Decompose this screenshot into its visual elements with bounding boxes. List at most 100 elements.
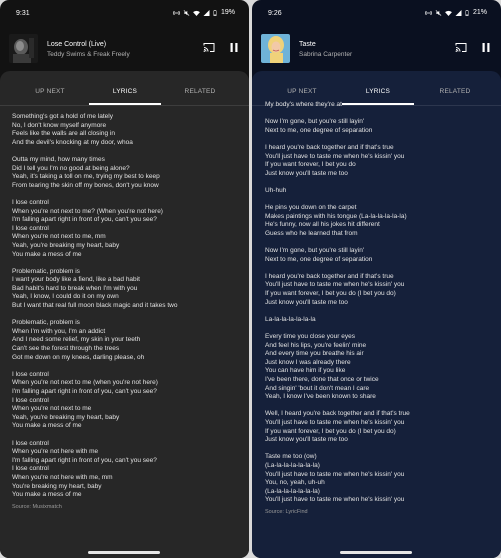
- tab-related[interactable]: RELATED: [170, 88, 230, 95]
- active-tab-indicator: [89, 103, 161, 105]
- tab-up-next[interactable]: UP NEXT: [272, 88, 332, 95]
- lyric-line: And feel his lips, you're feelin' mine: [265, 341, 367, 349]
- lyric-line: When you're not next to me (when you're …: [12, 379, 158, 387]
- lyric-line: My body's where they're at: [265, 101, 342, 108]
- lyric-line: Next to me, one degree of separation: [265, 126, 373, 134]
- mini-player[interactable]: Taste Sabrina Carpenter: [252, 28, 501, 68]
- lyric-line: I heard you're back together and if that…: [265, 272, 394, 280]
- link-icon: [424, 10, 432, 16]
- lyric-stanza-gap: [12, 311, 243, 320]
- song-title[interactable]: Taste: [299, 41, 316, 48]
- tab-lyrics[interactable]: LYRICS: [348, 88, 408, 95]
- lyric-line: If you want forever, I bet you do (I bet…: [265, 290, 396, 298]
- song-artist[interactable]: Sabrina Carpenter: [299, 51, 352, 58]
- lyric-line: You make a mess of me: [12, 491, 82, 499]
- wifi-icon: [445, 10, 452, 16]
- lyric-line: When you're not here with me, mm: [12, 473, 113, 481]
- lyric-line: Just know you'll taste me too: [265, 436, 348, 444]
- lyric-line: You, no, yeah, uh-uh: [265, 479, 325, 487]
- lyric-line: Guess who he learned that from: [265, 229, 358, 237]
- lyric-stanza-gap: [12, 147, 243, 156]
- lyric-line: If you want forever, I bet you do: [265, 161, 356, 169]
- lyric-line: I lose control: [12, 396, 49, 404]
- lyric-line: Outta my mind, how many times: [12, 155, 105, 163]
- lyric-line: Something's got a hold of me lately: [12, 113, 113, 120]
- link-icon: [172, 10, 180, 16]
- lyric-line: From tearing the skin off my bones, don'…: [12, 181, 159, 189]
- gesture-nav-bar: [252, 546, 501, 558]
- pause-icon[interactable]: [481, 42, 491, 53]
- lyric-line: No, I don't know myself anymore: [12, 121, 107, 129]
- lyric-line: Just know I was already there: [265, 358, 351, 366]
- lyric-line: Yeah, you're breaking my heart, baby: [12, 241, 120, 249]
- pause-icon[interactable]: [229, 42, 239, 53]
- tab-lyrics[interactable]: LYRICS: [95, 88, 155, 95]
- lyric-line: And I need some relief, my skin in your …: [12, 336, 141, 344]
- lyrics-source: Source: Musixmatch: [12, 503, 62, 510]
- lyric-stanza-gap: [265, 324, 495, 333]
- lyric-line: I lose control: [12, 439, 49, 447]
- lyric-line: And singin' 'bout it don't mean I care: [265, 384, 370, 392]
- lyric-line: But I want that real full moon black mag…: [12, 302, 178, 310]
- album-art[interactable]: [9, 34, 38, 63]
- tab-related[interactable]: RELATED: [425, 88, 485, 95]
- lyric-line: And every time you breathe his air: [265, 350, 364, 358]
- cast-icon[interactable]: [455, 42, 467, 53]
- home-handle[interactable]: [88, 551, 160, 554]
- lyric-line: Every time you close your eyes: [265, 333, 355, 341]
- lyrics-text[interactable]: My body's where they're at Now I'm gone, …: [265, 101, 495, 548]
- lyric-line: Uh-huh: [265, 186, 287, 194]
- lyrics-sheet: UP NEXT LYRICS RELATED Something's got a…: [0, 71, 249, 558]
- phone-screen-left: 9:31 19% Lose Control (Live) Teddy Swims…: [0, 0, 249, 558]
- battery-percent: 19%: [220, 9, 235, 16]
- lyric-line: Taste me too (ow): [265, 453, 317, 461]
- lyric-stanza-gap: [12, 431, 243, 440]
- lyric-line: You'll just have to taste me when he's k…: [265, 496, 405, 504]
- lyric-line: You'll just have to taste me when he's k…: [265, 152, 405, 160]
- lyric-stanza-gap: [265, 239, 495, 248]
- lyric-line: When you're not here with me: [12, 448, 99, 456]
- lyric-line: When I'm with you, I'm an addict: [12, 327, 106, 335]
- lyric-line: Just know you'll taste me too: [265, 169, 348, 177]
- lyric-line: And the devil's knocking at my door, who…: [12, 138, 133, 146]
- lyric-line: I'm falling apart right in front of you,…: [12, 456, 157, 464]
- lyric-line: Problematic, problem is: [12, 267, 80, 275]
- lyric-stanza-gap: [265, 402, 495, 411]
- tab-bar: UP NEXT LYRICS RELATED: [0, 71, 249, 106]
- lyric-line: You make a mess of me: [12, 422, 82, 430]
- album-art[interactable]: [261, 34, 290, 63]
- lyric-line: Yeah, it's taking a toll on me, trying m…: [12, 173, 160, 181]
- lyric-line: I lose control: [12, 224, 49, 232]
- lyrics-text[interactable]: Something's got a hold of me lately No, I…: [12, 113, 243, 548]
- lyric-stanza-gap: [265, 264, 495, 273]
- lyric-line: I've been there, done that once or twice: [265, 376, 379, 383]
- lyric-line: I lose control: [12, 198, 49, 206]
- song-artist[interactable]: Teddy Swims & Freak Freely: [47, 51, 130, 58]
- lyric-line: Now I'm gone, but you're still layin': [265, 118, 365, 126]
- gesture-nav-bar: [0, 546, 249, 558]
- lyric-stanza-gap: [265, 110, 495, 119]
- lyric-stanza-gap: [12, 259, 243, 268]
- lyric-line: If you want forever, I bet you do (I bet…: [265, 427, 396, 435]
- lyric-line: La-la-la-la-la-la-la: [265, 315, 316, 323]
- mini-player[interactable]: Lose Control (Live) Teddy Swims & Freak …: [0, 28, 249, 68]
- lyric-line: I'm falling apart right in front of you,…: [12, 216, 157, 224]
- lyric-stanza-gap: [12, 190, 243, 199]
- lyric-line: Problematic, problem is: [12, 319, 80, 327]
- cast-icon[interactable]: [203, 42, 215, 53]
- lyric-line: Now I'm gone, but you're still layin': [265, 247, 365, 255]
- home-handle[interactable]: [340, 551, 412, 554]
- lyric-line: Yeah, you're breaking my heart, baby: [12, 413, 120, 421]
- lyric-line: Feels like the walls are all closing in: [12, 130, 115, 138]
- lyrics-sheet: UP NEXT LYRICS RELATED My body's where t…: [252, 71, 501, 558]
- lyric-line: (La-la-la-la-la-la-la): [265, 487, 320, 495]
- lyric-line: You'll just have to taste me when he's k…: [265, 418, 405, 426]
- song-title[interactable]: Lose Control (Live): [47, 41, 106, 48]
- lyric-line: Can't see the forest through the trees: [12, 345, 120, 353]
- tab-up-next[interactable]: UP NEXT: [20, 88, 80, 95]
- lyric-line: Just know you'll taste me too: [265, 298, 348, 306]
- signal-icon: [455, 9, 462, 16]
- lyric-line: You'll just have to taste me when he's k…: [265, 281, 405, 289]
- lyric-line: I'm falling apart right in front of you,…: [12, 388, 157, 395]
- lyric-stanza-gap: [265, 135, 495, 144]
